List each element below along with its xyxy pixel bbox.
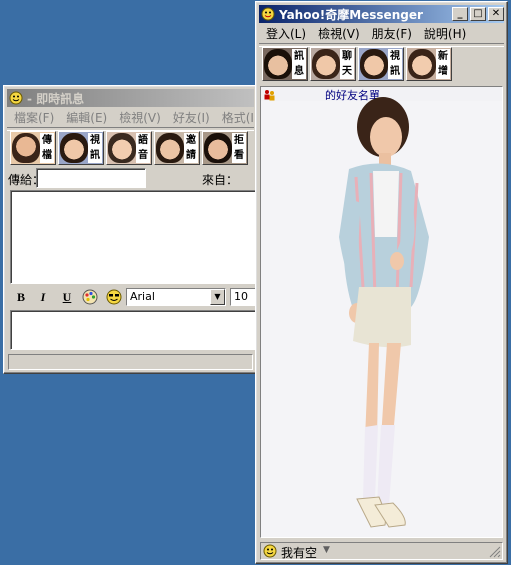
- message-history-pane[interactable]: [10, 190, 260, 284]
- ignore-face-icon: [204, 133, 232, 163]
- im-menu-file[interactable]: 檔案(F): [8, 109, 60, 126]
- font-name-select[interactable]: Arial ▼: [126, 288, 226, 306]
- webcam-face-icon: [60, 133, 88, 163]
- menu-login[interactable]: 登入(L): [260, 25, 312, 42]
- im-toolbar: 傳檔 視訊 語音 邀請 拒看: [10, 131, 248, 167]
- webcam-label: 視訊: [388, 49, 402, 79]
- color-palette-icon[interactable]: [82, 289, 98, 305]
- menu-help[interactable]: 說明(H): [418, 25, 472, 42]
- status-dropdown-icon[interactable]: ▼: [323, 545, 330, 555]
- from-label: 來自：: [202, 173, 239, 187]
- underline-button[interactable]: U: [58, 288, 76, 306]
- format-toolbar: B I U Arial ▼ 10: [12, 288, 262, 306]
- message-button[interactable]: 訊息: [262, 47, 308, 81]
- messenger-title-bar[interactable]: Yahoo!奇摩Messenger _ □ ✕: [259, 5, 504, 23]
- emoticon-icon[interactable]: [106, 289, 122, 305]
- yahoo-smiley-icon: [261, 7, 275, 21]
- chat-label: 聊天: [340, 49, 354, 79]
- status-text[interactable]: 我有空: [281, 544, 317, 561]
- close-button[interactable]: ✕: [488, 7, 504, 21]
- send-file-face-icon: [12, 133, 40, 163]
- smiley-app-icon: [9, 91, 23, 105]
- instant-message-window: - 即時訊息 檔案(F) 編輯(E) 檢視(V) 好友(I) 格式(I) 傳檔 …: [3, 85, 260, 374]
- add-friend-face-icon: [408, 49, 436, 79]
- messenger-toolbar: 訊息 聊天 視訊 新增: [262, 47, 452, 83]
- im-menu-bar: 檔案(F) 編輯(E) 檢視(V) 好友(I) 格式(I): [8, 108, 259, 126]
- menu-friends[interactable]: 朋友(F): [366, 25, 418, 42]
- im-status-bar: [8, 354, 253, 370]
- messenger-window: Yahoo!奇摩Messenger _ □ ✕ 登入(L) 檢視(V) 朋友(F…: [255, 1, 508, 564]
- bold-button[interactable]: B: [12, 288, 30, 306]
- chat-face-icon: [312, 49, 340, 79]
- im-menu-view[interactable]: 檢視(V): [113, 109, 167, 126]
- im-menu-friends[interactable]: 好友(I): [167, 109, 216, 126]
- italic-button[interactable]: I: [34, 288, 52, 306]
- message-compose-input[interactable]: [10, 310, 260, 350]
- message-label: 訊息: [292, 49, 306, 79]
- im-menu-edit[interactable]: 編輯(E): [60, 109, 113, 126]
- font-name-dropdown-icon[interactable]: ▼: [210, 289, 225, 305]
- font-name-value: Arial: [130, 290, 155, 303]
- maximize-button[interactable]: □: [470, 7, 486, 21]
- messenger-window-title: Yahoo!奇摩Messenger: [279, 7, 423, 22]
- to-input[interactable]: [36, 168, 146, 188]
- invite-face-icon: [156, 133, 184, 163]
- resize-grip-icon[interactable]: [489, 546, 501, 558]
- menu-view[interactable]: 檢視(V): [312, 25, 366, 42]
- im-webcam-button[interactable]: 視訊: [58, 131, 104, 165]
- invite-label: 邀請: [184, 133, 198, 163]
- font-size-value: 10: [234, 290, 248, 303]
- send-file-button[interactable]: 傳檔: [10, 131, 56, 165]
- im-webcam-label: 視訊: [88, 133, 102, 163]
- messenger-menu-bar: 登入(L) 檢視(V) 朋友(F) 說明(H): [260, 24, 503, 42]
- ignore-label: 拒看: [232, 133, 246, 163]
- messenger-status-bar: 我有空 ▼: [260, 542, 503, 560]
- send-file-label: 傳檔: [40, 133, 54, 163]
- available-smiley-icon: [263, 544, 277, 558]
- background-photo-woman: [261, 97, 502, 537]
- webcam-button[interactable]: 視訊: [358, 47, 404, 81]
- invite-button[interactable]: 邀請: [154, 131, 200, 165]
- add-friend-label: 新增: [436, 49, 450, 79]
- minimize-button[interactable]: _: [452, 7, 468, 21]
- add-friend-button[interactable]: 新增: [406, 47, 452, 81]
- im-title-bar[interactable]: - 即時訊息: [7, 89, 254, 107]
- voice-face-icon: [108, 133, 136, 163]
- webcam-face-icon: [360, 49, 388, 79]
- voice-button[interactable]: 語音: [106, 131, 152, 165]
- im-window-title: - 即時訊息: [27, 91, 85, 106]
- chat-button[interactable]: 聊天: [310, 47, 356, 81]
- ignore-button[interactable]: 拒看: [202, 131, 248, 165]
- friends-list-pane[interactable]: 的好友名單: [260, 86, 503, 538]
- message-face-icon: [264, 49, 292, 79]
- voice-label: 語音: [136, 133, 150, 163]
